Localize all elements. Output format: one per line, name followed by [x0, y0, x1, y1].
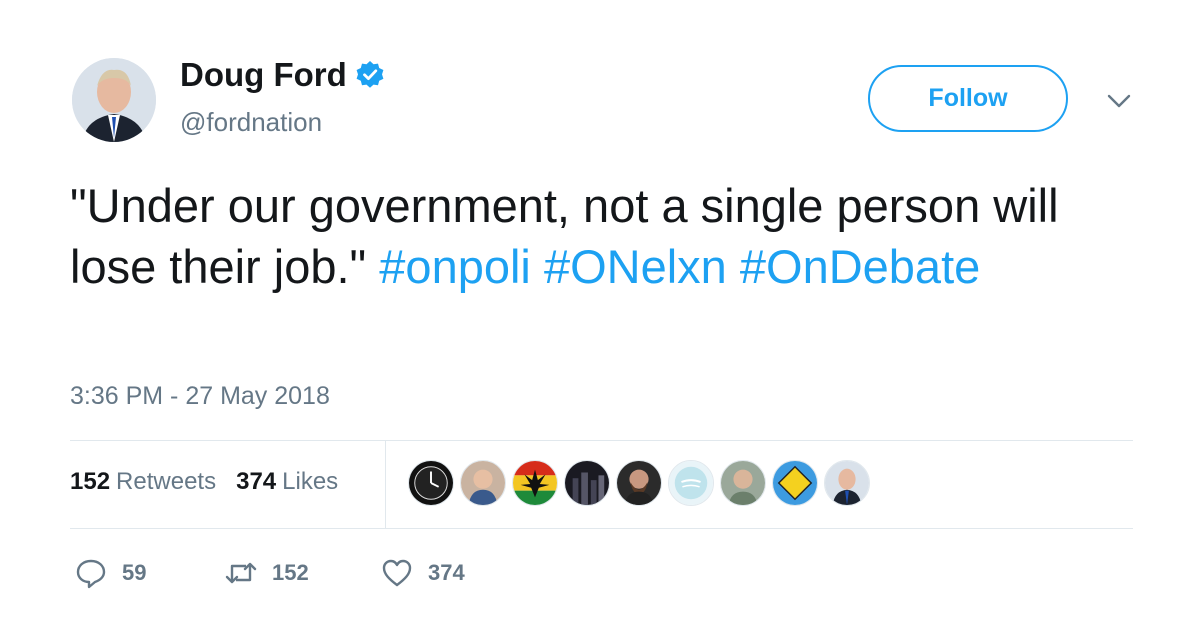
action-bar: 59 152 374	[0, 556, 1200, 592]
stats-divider	[385, 441, 386, 529]
verified-badge-icon	[355, 60, 385, 90]
author-name[interactable]: Doug Ford	[180, 56, 347, 94]
like-button[interactable]: 374	[380, 556, 465, 590]
liker-avatar[interactable]	[512, 460, 558, 506]
hashtag-link[interactable]: #onpoli	[379, 240, 531, 293]
reply-icon	[76, 559, 106, 589]
author-name-row: Doug Ford	[180, 56, 385, 94]
divider	[70, 440, 1133, 441]
liker-avatar[interactable]	[408, 460, 454, 506]
avatar[interactable]	[72, 58, 156, 142]
liker-avatar[interactable]	[824, 460, 870, 506]
liker-avatar[interactable]	[668, 460, 714, 506]
reply-button[interactable]: 59	[74, 556, 146, 590]
liker-avatar[interactable]	[616, 460, 662, 506]
hashtag-link[interactable]: #OnDebate	[740, 240, 980, 293]
engagement-stats: 152 Retweets 374 Likes	[70, 468, 338, 496]
retweets-stat[interactable]: 152 Retweets	[70, 468, 216, 496]
hashtag-link[interactable]: #ONelxn	[544, 240, 727, 293]
divider	[70, 528, 1133, 529]
liker-avatar[interactable]	[460, 460, 506, 506]
likes-label: Likes	[282, 468, 339, 495]
retweets-count: 152	[70, 468, 111, 495]
liker-avatar[interactable]	[720, 460, 766, 506]
likes-count: 374	[236, 468, 277, 495]
heart-icon	[382, 559, 412, 587]
liker-avatar[interactable]	[564, 460, 610, 506]
author-handle[interactable]: @fordnation	[180, 107, 322, 138]
tweet-text: "Under our government, not a single pers…	[70, 175, 1140, 297]
retweet-count: 152	[272, 560, 309, 585]
retweets-label: Retweets	[116, 468, 217, 495]
reply-count: 59	[122, 560, 147, 585]
follow-button[interactable]: Follow	[868, 65, 1068, 132]
likers-avatars	[408, 460, 876, 506]
retweet-icon	[225, 562, 257, 584]
retweet-button[interactable]: 152	[224, 556, 309, 590]
liker-avatar[interactable]	[772, 460, 818, 506]
like-count: 374	[428, 560, 465, 585]
likes-stat[interactable]: 374 Likes	[236, 468, 338, 496]
chevron-down-icon[interactable]	[1105, 90, 1133, 112]
tweet-timestamp[interactable]: 3:36 PM - 27 May 2018	[70, 382, 330, 411]
